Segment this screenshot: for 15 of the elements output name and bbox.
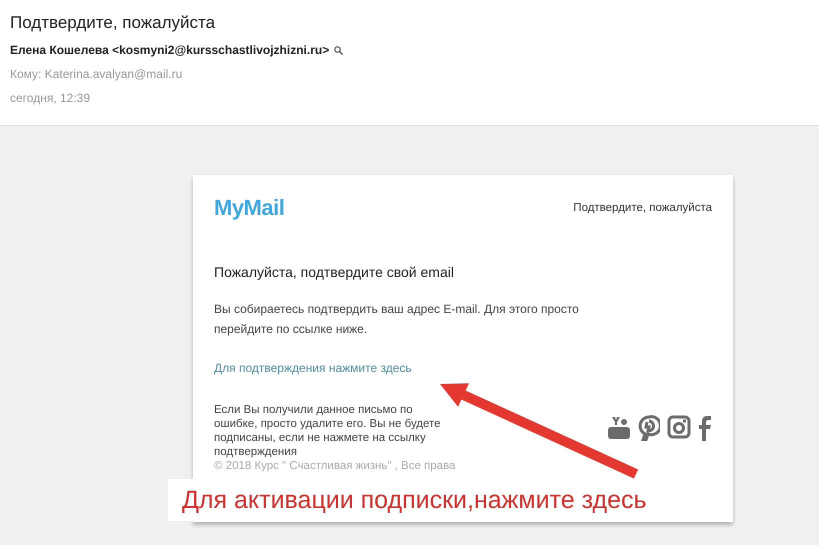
search-icon[interactable]: [334, 46, 344, 54]
email-heading: Пожалуйста, подтвердите свой email: [214, 263, 455, 281]
facebook-icon[interactable]: [698, 415, 712, 441]
confirm-link[interactable]: Для подтверждения нажмите здесь: [214, 361, 412, 375]
message-date: сегодня, 12:39: [10, 90, 92, 107]
sender-name: Елена Кошелева <kosmyni2@kursschastlivojzhizni.ru>: [10, 42, 330, 59]
message-subject: Подтвердите, пожалуйста: [10, 12, 216, 34]
footer-text: Если Вы получили данное письмо по ошибке, просто удалите его. Вы не будете подписаны, если не нажмете на ссылку подтверждения: [214, 403, 442, 459]
recipient: Кому: Katerina.avalyan@mail.ru: [10, 66, 184, 83]
copyright-text: © 2018 Курс " Счастливая жизнь" , Все права: [214, 459, 456, 473]
email-header-title: Подтвердите, пожалуйста: [573, 202, 712, 214]
logo: MyMail: [214, 195, 284, 221]
email-body-text: Вы собираетесь подтвердить ваш адрес E-mail. Для этого просто перейдите по ссылке ниже.: [214, 301, 580, 338]
annotation-caption: Для активации подписки,нажмите здесь: [168, 479, 733, 521]
instagram-icon[interactable]: [667, 415, 691, 439]
